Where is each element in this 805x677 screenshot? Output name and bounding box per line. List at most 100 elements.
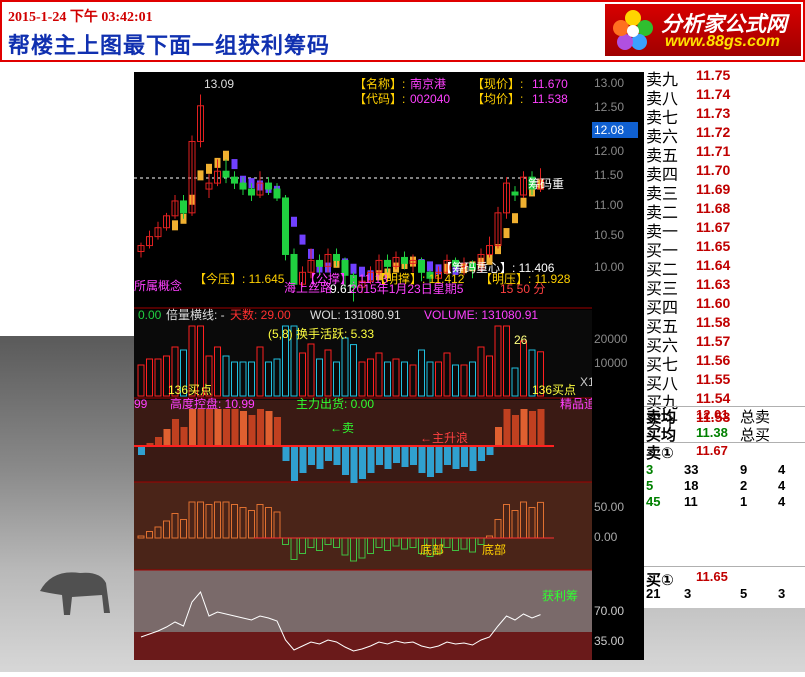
order-level-price: 11.68	[696, 200, 731, 216]
order-level-price: 11.74	[696, 86, 731, 102]
ind-name: 倍量横线: -	[166, 308, 225, 322]
control-bar	[427, 446, 434, 477]
stock-chart[interactable]: 【名称】: 南京港 【现价】: 11.670 【代码】: 002040 【均价】…	[134, 72, 592, 660]
control-bar	[495, 427, 502, 446]
logo-url: www.88gs.com	[665, 33, 780, 50]
order-book-row: 买七 11.56	[644, 351, 805, 374]
control-bar	[257, 409, 264, 446]
sector-label: 海上丝路	[284, 281, 333, 295]
control-bar	[231, 409, 239, 446]
candle-body	[180, 200, 187, 214]
control-bar	[274, 417, 281, 446]
order-level-price: 11.54	[696, 390, 731, 406]
control-bar	[333, 446, 341, 465]
order-level-price: 11.72	[696, 124, 731, 140]
control-bar	[291, 446, 298, 481]
control-bar	[155, 437, 162, 446]
order-level-price: 11.65	[696, 238, 731, 254]
control-bar	[418, 446, 426, 473]
control-bar	[376, 446, 383, 465]
axis-tick: 12.00	[594, 144, 625, 158]
candle-body	[265, 182, 272, 190]
control-bar	[206, 409, 213, 446]
buy-detail-cell: 3	[684, 586, 692, 601]
control-bar	[512, 415, 519, 446]
order-book-row: 卖四 11.70	[644, 161, 805, 184]
sell-detail-cell: 11	[684, 494, 698, 509]
candle-body	[316, 259, 323, 267]
order-level-price: 11.71	[696, 143, 731, 159]
concept-label: 所属概念	[134, 279, 183, 293]
sell-one-label: 卖①	[646, 445, 674, 462]
volume-label: VOLUME: 131080.91	[424, 308, 539, 322]
control-bar	[172, 419, 179, 446]
order-book-row: 卖八 11.74	[644, 85, 805, 108]
site-logo[interactable]: 分析家公式网 www.88gs.com	[605, 4, 801, 56]
buy-detail-cell: 21	[646, 586, 661, 601]
elite-label: 精品追	[560, 397, 592, 411]
control-bar	[325, 446, 332, 461]
axis-tick: 11.50	[594, 168, 624, 182]
name-label: 【名称】:	[354, 77, 406, 91]
sell-detail-cell: 4	[778, 494, 786, 509]
sell-detail-cell: 45	[646, 494, 661, 509]
candle-body	[418, 259, 425, 273]
control-bar	[265, 411, 273, 446]
order-book-row: 卖五 11.71	[644, 142, 805, 165]
control-bar	[478, 446, 485, 461]
header-banner: 2015-1-24 下午 03:42:01 帮楼主上图最下面一组获利筹码 分析家…	[0, 0, 805, 62]
axis-tick: 12.50	[594, 100, 625, 114]
candle-body	[273, 188, 281, 199]
ma-block	[172, 220, 178, 231]
candle-body	[290, 253, 298, 285]
control-bar	[214, 409, 222, 446]
chart-canvas	[134, 72, 592, 660]
order-book-row: 买三 11.63	[644, 275, 805, 298]
control-bar	[359, 446, 366, 479]
control-bar	[240, 411, 247, 446]
axis-tick: 70.00	[594, 604, 625, 618]
post-title: 帮楼主上图最下面一组获利筹码	[8, 34, 331, 59]
bottom-label-2: 底部	[482, 543, 507, 557]
high-price-label: 13.09	[204, 77, 235, 91]
candle-body	[384, 259, 391, 267]
axis-tick: 35.00	[594, 634, 625, 648]
order-book-row: 买六 11.57	[644, 332, 805, 355]
order-book-row: 买一 11.65	[644, 237, 805, 260]
sell-one-price: 11.67	[696, 443, 728, 458]
ctrl-left-val: 99	[134, 397, 148, 411]
order-book-row: 买五 11.58	[644, 313, 805, 336]
sell-detail-cell: 33	[684, 462, 699, 477]
control-bar	[308, 446, 315, 465]
candle-body	[401, 256, 408, 264]
candle-body	[231, 176, 238, 184]
order-level-price: 11.63	[696, 276, 731, 292]
control-bar	[529, 411, 536, 446]
control-bar	[282, 446, 290, 461]
buy-detail-cell: 5	[740, 586, 748, 601]
sell-detail-cell: 9	[740, 462, 748, 477]
candle-body	[222, 170, 230, 178]
control-bar	[461, 446, 468, 467]
sell-detail-cell: 2	[740, 478, 748, 493]
bid-avg-value: 11.38	[696, 425, 728, 440]
vol-right-label: 26	[514, 333, 528, 347]
axis-tick: 0.00	[594, 530, 618, 544]
buy-point-right: 136买点	[532, 383, 577, 397]
buy-one-price: 11.65	[696, 569, 728, 584]
control-bar	[316, 446, 324, 469]
order-book-row: 买二 11.64	[644, 256, 805, 279]
avg-value: 11.538	[532, 92, 568, 106]
ma-block	[503, 228, 510, 239]
sell-detail-cell: 4	[778, 478, 786, 493]
order-book-row: 卖三 11.69	[644, 180, 805, 203]
candle-body	[511, 191, 519, 196]
date-label: 2015年1月23日星期5	[350, 282, 464, 296]
control-bar	[189, 409, 196, 446]
ma-block	[231, 159, 238, 170]
control-bar	[520, 409, 528, 446]
order-book-row: 卖九 11.75	[644, 66, 805, 89]
candle-body	[248, 188, 255, 196]
ctrl-label: 高度控盘: 10.99	[170, 397, 255, 411]
profit-label: 获利筹	[542, 589, 579, 603]
